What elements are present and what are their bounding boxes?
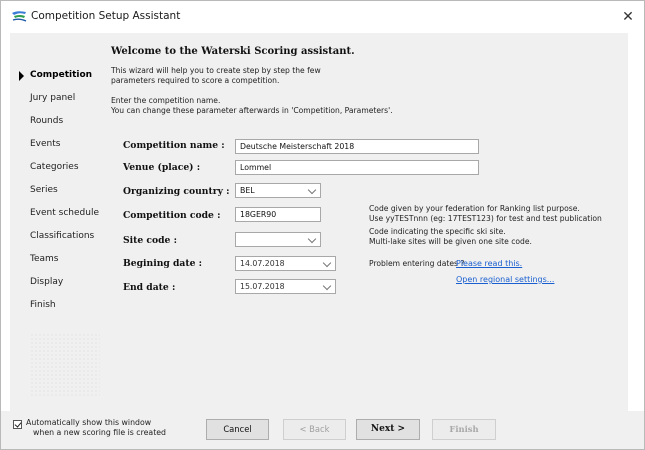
chevron-down-icon	[307, 185, 317, 195]
please-read-link[interactable]: Please read this.	[456, 259, 522, 268]
window-title: Competition Setup Assistant	[31, 10, 181, 22]
sidebar-item-competition[interactable]: Competition	[19, 70, 92, 81]
chevron-down-icon	[322, 281, 332, 291]
venue-input[interactable]: Lommel	[235, 160, 479, 175]
waterski-app-icon	[12, 11, 27, 22]
intro-text: This wizard will help you to create step…	[111, 66, 321, 85]
close-icon[interactable]: ✕	[618, 7, 638, 27]
step-content-panel: Welcome to the Waterski Scoring assistan…	[108, 33, 628, 411]
instructions-text: Enter the competition name. You can chan…	[111, 96, 393, 115]
sidebar-item-rounds[interactable]: Rounds	[30, 116, 63, 126]
auto-show-checkbox[interactable]	[13, 420, 22, 429]
chevron-down-icon	[307, 234, 317, 244]
checkmark-icon	[14, 420, 22, 428]
sidebar-item-event-schedule[interactable]: Event schedule	[30, 208, 99, 218]
chevron-down-icon	[322, 258, 332, 268]
open-regional-settings-link[interactable]: Open regional settings...	[456, 275, 554, 284]
beginning-date-label: Begining date :	[123, 258, 203, 269]
welcome-heading: Welcome to the Waterski Scoring assistan…	[111, 46, 355, 57]
cancel-button[interactable]: Cancel	[206, 419, 269, 440]
wizard-footer: Automatically show this window when a ne…	[1, 411, 644, 449]
site-code-select[interactable]	[235, 232, 321, 247]
organizing-country-select[interactable]: BEL	[235, 183, 321, 198]
sidebar-item-finish[interactable]: Finish	[30, 300, 56, 310]
current-step-arrow-icon	[19, 71, 24, 81]
competition-code-note: Code given by your federation for Rankin…	[369, 204, 602, 223]
auto-show-label: Automatically show this window when a ne…	[26, 418, 167, 437]
sidebar-item-classifications[interactable]: Classifications	[30, 231, 94, 241]
setup-assistant-window: Competition Setup Assistant ✕ Competitio…	[0, 0, 645, 450]
sidebar-item-categories[interactable]: Categories	[30, 162, 79, 172]
venue-label: Venue (place) :	[123, 162, 201, 173]
finish-button[interactable]: Finish	[432, 419, 496, 440]
end-date-label: End date :	[123, 282, 176, 293]
sidebar-watermark	[30, 333, 100, 398]
title-bar: Competition Setup Assistant ✕	[1, 1, 644, 33]
site-code-note: Code indicating the specific ski site. M…	[369, 227, 532, 246]
competition-code-input[interactable]: 18GER90	[235, 207, 321, 222]
site-code-label: Site code :	[123, 235, 177, 246]
sidebar-item-events[interactable]: Events	[30, 139, 60, 149]
competition-name-label: Competition name :	[123, 140, 225, 151]
wizard-steps-sidebar: Competition Jury panel Rounds Events Cat…	[10, 33, 108, 411]
sidebar-item-display[interactable]: Display	[30, 277, 63, 287]
end-date-picker[interactable]: 15.07.2018	[235, 279, 336, 294]
sidebar-item-teams[interactable]: Teams	[30, 254, 58, 264]
dates-problem-text: Problem entering dates ?	[369, 259, 465, 268]
beginning-date-picker[interactable]: 14.07.2018	[235, 256, 336, 271]
back-button[interactable]: < Back	[283, 419, 346, 440]
competition-name-input[interactable]: Deutsche Meisterschaft 2018	[235, 139, 479, 154]
sidebar-item-series[interactable]: Series	[30, 185, 58, 195]
sidebar-item-jury-panel[interactable]: Jury panel	[30, 93, 75, 103]
next-button[interactable]: Next >	[356, 419, 420, 440]
organizing-country-label: Organizing country :	[123, 186, 230, 197]
competition-code-label: Competition code :	[123, 210, 221, 221]
